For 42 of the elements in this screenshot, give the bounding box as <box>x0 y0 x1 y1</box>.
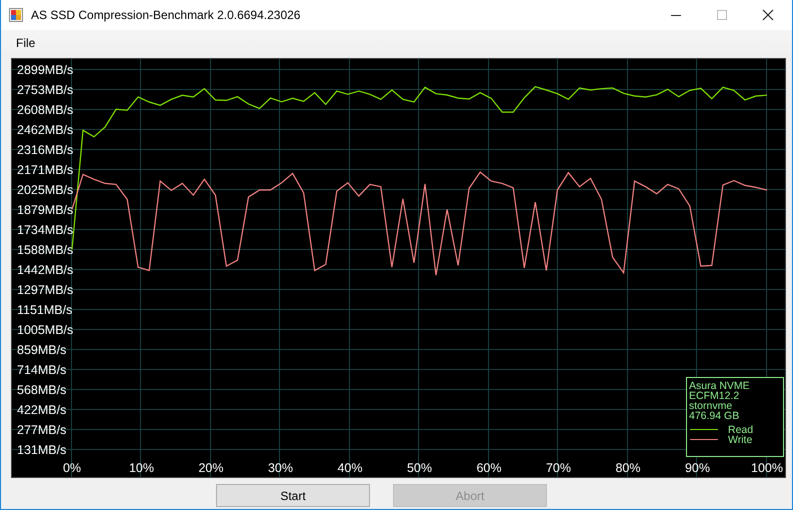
app-icon <box>9 8 23 22</box>
legend-text: stornvme <box>689 400 732 412</box>
action-button[interactable]: Start <box>216 484 370 507</box>
y-tick-label: 1297MB/s <box>17 282 74 297</box>
y-tick-label: 2899MB/s <box>17 63 74 77</box>
legend-text: 476.94 GB <box>689 410 740 422</box>
y-tick-label: 568MB/s <box>17 383 66 397</box>
y-tick-label: 859MB/s <box>17 343 66 358</box>
y-tick-label: 1734MB/s <box>17 222 74 237</box>
x-tick-label: 70% <box>546 461 571 475</box>
legend-text: Asura NVME <box>689 380 750 392</box>
y-tick-label: 422MB/s <box>17 403 66 418</box>
x-tick-label: 100% <box>751 461 783 475</box>
y-tick-label: 2316MB/s <box>17 143 74 158</box>
y-tick-label: 2608MB/s <box>17 102 74 117</box>
legend-label: Write <box>728 434 752 446</box>
x-tick-label: 90% <box>684 461 710 475</box>
y-tick-label: 1588MB/s <box>17 242 74 257</box>
x-tick-label: 30% <box>268 461 293 475</box>
y-tick-label: 2753MB/s <box>17 83 74 98</box>
y-tick-label: 277MB/s <box>17 422 66 437</box>
legend-text: ECFM12.2 <box>689 390 740 402</box>
menu-item[interactable]: File <box>9 34 42 52</box>
x-tick-label: 60% <box>476 461 502 475</box>
y-tick-label: 714MB/s <box>17 362 66 377</box>
x-tick-label: 40% <box>337 461 362 475</box>
x-tick-label: 10% <box>128 461 154 475</box>
y-tick-label: 1151MB/s <box>17 302 72 317</box>
close-icon[interactable] <box>762 9 774 21</box>
x-tick-label: 80% <box>615 461 640 475</box>
legend-label: Read <box>728 424 754 436</box>
window-title: AS SSD Compression-Benchmark 2.0.6694.23026 <box>31 8 300 22</box>
y-tick-label: 1442MB/s <box>17 263 74 278</box>
x-tick-label: 50% <box>406 461 432 475</box>
y-tick-label: 1005MB/s <box>17 323 74 338</box>
x-tick-label: 0% <box>62 461 82 475</box>
y-tick-label: 2171MB/s <box>17 162 74 177</box>
y-tick-label: 2462MB/s <box>17 123 74 137</box>
x-tick-label: 20% <box>198 461 224 475</box>
y-tick-label: 2025MB/s <box>17 182 74 197</box>
y-tick-label: 1879MB/s <box>17 203 74 218</box>
y-tick-label: 131MB/s <box>17 443 66 457</box>
